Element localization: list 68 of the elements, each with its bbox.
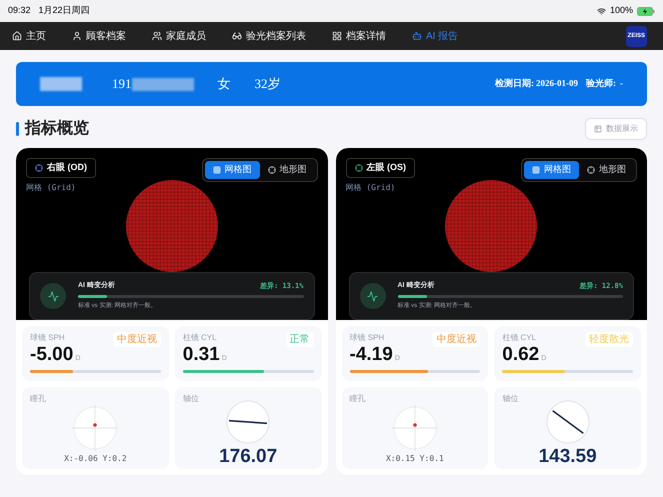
status-tag: 轻度散光 — [585, 332, 633, 348]
status-tag: 正常 — [286, 332, 314, 348]
status-time: 09:32 — [8, 4, 31, 18]
battery-percent: 100% — [610, 4, 633, 18]
grid-icon — [212, 166, 220, 174]
table-icon — [594, 125, 602, 133]
pupil-coordinates: X:-0.06 Y:0.2 — [64, 453, 127, 466]
grid-icon — [332, 31, 342, 41]
gender-text: 女 — [218, 75, 230, 94]
nav-tab[interactable]: 顾客档案 — [72, 28, 126, 44]
view-tab[interactable]: 网格图 — [524, 161, 579, 179]
metric-value: -5.00 — [30, 345, 74, 364]
pupil-label: 瞳孔 — [350, 393, 366, 406]
optometrist-label: 验光师: — [586, 77, 616, 90]
battery-icon — [637, 6, 655, 16]
blurred-phone — [132, 78, 194, 90]
section-title: 指标概览 — [25, 118, 89, 139]
metric-value: -4.19 — [350, 345, 393, 364]
nav-tab[interactable]: 档案详情 — [332, 28, 386, 44]
nav-tab[interactable]: AI 报告 — [412, 28, 458, 44]
axis-label: 轴位 — [182, 393, 200, 406]
pulse-icon — [367, 290, 378, 302]
pupil-coordinates: X:0.15 Y:0.1 — [386, 453, 444, 466]
age-text: 32岁 — [254, 75, 280, 94]
eye-label: 右眼 (OD) — [26, 158, 96, 178]
optometrist-value: - — [620, 77, 623, 90]
grid-icon — [532, 166, 540, 174]
axis-dial-drawing — [225, 399, 272, 446]
eye-icon — [354, 164, 362, 172]
pulse-icon — [48, 290, 58, 302]
metric-label: 球镜 SPH — [350, 332, 384, 344]
axis-value: 143.59 — [538, 445, 597, 469]
date-label: 检测日期: — [495, 77, 534, 90]
pupil-label: 瞳孔 — [30, 393, 47, 406]
mode-label: 网格 (Grid) — [346, 182, 396, 194]
blurred-name — [40, 77, 82, 91]
nav-tab[interactable]: 家庭成员 — [152, 28, 206, 44]
eye-icon — [35, 164, 43, 172]
metric-label: 柱镜 CYL — [502, 332, 536, 344]
pupil-target-drawing — [72, 405, 118, 452]
status-date: 1月22日周四 — [38, 4, 90, 18]
phone-number: 191 — [112, 75, 132, 94]
eye-label: 左眼 (OS) — [346, 158, 415, 178]
status-tag: 中度近视 — [432, 332, 480, 348]
terrain-icon — [587, 166, 595, 174]
mode-label: 网格 (Grid) — [26, 182, 77, 194]
user-icon — [72, 31, 82, 41]
view-tab[interactable]: 地形图 — [260, 161, 314, 179]
axis-label: 轴位 — [502, 393, 520, 406]
metric-label: 球镜 SPH — [30, 332, 65, 344]
nav-tab[interactable]: 主页 — [12, 28, 46, 44]
date-value: 2026-01-09 — [536, 77, 578, 90]
view-tab[interactable]: 网格图 — [204, 161, 260, 179]
metric-value: 0.31 — [182, 345, 220, 364]
wifi-icon — [596, 6, 606, 16]
nav-tab[interactable]: 验光档案列表 — [232, 28, 306, 44]
axis-value: 176.07 — [219, 445, 278, 469]
axis-dial-drawing — [544, 399, 591, 446]
users-icon — [152, 31, 162, 41]
status-tag: 中度近视 — [112, 332, 161, 348]
home-icon — [12, 31, 22, 41]
metric-label: 柱镜 CYL — [182, 332, 217, 344]
pupil-target-drawing — [392, 405, 438, 452]
view-tab[interactable]: 地形图 — [579, 161, 634, 179]
robot-icon — [412, 31, 422, 41]
glasses-icon — [232, 31, 242, 41]
terrain-icon — [268, 166, 276, 174]
metric-value: 0.62 — [502, 345, 540, 364]
